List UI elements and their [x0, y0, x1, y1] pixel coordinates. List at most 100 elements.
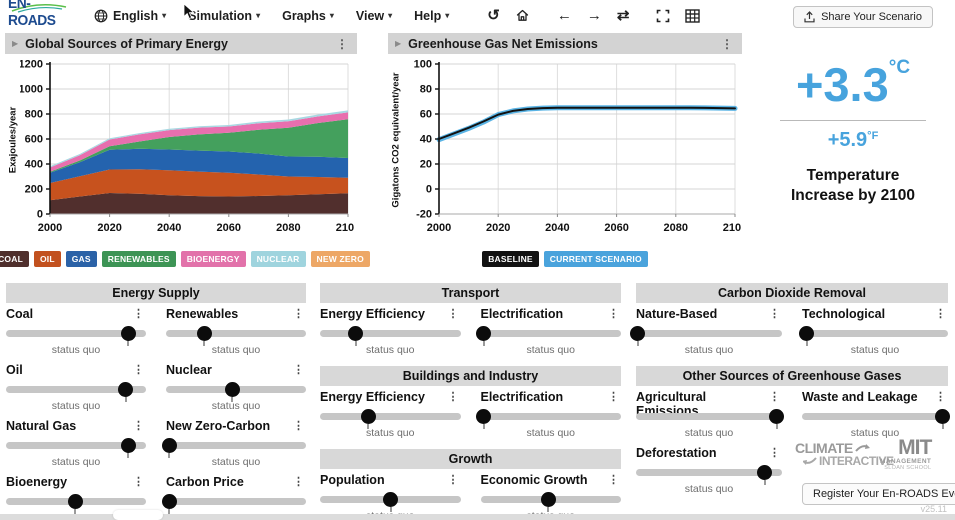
slider-knob[interactable]: [476, 409, 492, 424]
register-event-button[interactable]: Register Your En-ROADS Event: [802, 483, 955, 505]
energy-chart-body: Exajoules/year 0 200 400 600 800 1000 1200 2000…: [5, 56, 357, 246]
back-arrow-icon[interactable]: ←: [557, 8, 572, 23]
slider-knob[interactable]: [540, 492, 556, 507]
expand-caret-icon[interactable]: ▶: [12, 39, 18, 48]
slider-label: Renewables: [166, 307, 239, 321]
slider-menu-icon[interactable]: ⋮: [131, 475, 146, 488]
slider-menu-icon[interactable]: ⋮: [446, 473, 461, 486]
slider-menu-icon[interactable]: ⋮: [446, 307, 461, 320]
energy-chart-header[interactable]: ▶ Global Sources of Primary Energy ⋮: [5, 33, 357, 54]
slider-menu-icon[interactable]: ⋮: [933, 390, 948, 403]
slider-track[interactable]: [6, 438, 146, 458]
temperature-caption: Temperature Increase by 2100: [790, 167, 916, 205]
slider-menu-icon[interactable]: ⋮: [767, 390, 782, 403]
slider-menu-icon[interactable]: ⋮: [767, 307, 782, 320]
slider-knob[interactable]: [118, 382, 133, 397]
slider-track[interactable]: [636, 465, 782, 485]
slider-track[interactable]: [320, 409, 461, 429]
legend-chip-nuclear[interactable]: NUCLEAR: [250, 251, 306, 267]
slider-knob[interactable]: [360, 409, 376, 424]
menu-graphs[interactable]: Graphs ▾: [282, 9, 334, 23]
slider-track[interactable]: [6, 326, 146, 346]
slider-track[interactable]: [161, 438, 306, 458]
slider-knob[interactable]: [67, 494, 83, 509]
table-view-icon[interactable]: [685, 8, 701, 23]
slider-status: status quo: [366, 427, 415, 439]
slider-track[interactable]: [320, 326, 461, 346]
fullscreen-icon[interactable]: [656, 9, 670, 23]
menu-english[interactable]: English ▾: [113, 9, 166, 23]
compare-icon[interactable]: ⇄: [617, 8, 630, 23]
en-roads-logo[interactable]: EN-ROADS: [8, 0, 74, 29]
slider-menu-icon[interactable]: ⋮: [291, 363, 306, 376]
legend-chip-gas[interactable]: GAS: [65, 251, 97, 267]
menu-help[interactable]: Help ▾: [414, 9, 449, 23]
slider-status: status quo: [526, 427, 575, 439]
slider-menu-icon[interactable]: ⋮: [606, 307, 621, 320]
climate-interactive-logo[interactable]: CLIMATE INTERACTIVE: [795, 440, 894, 468]
slider-knob[interactable]: [196, 326, 212, 341]
slider-menu-icon[interactable]: ⋮: [767, 446, 782, 459]
slider-menu-icon[interactable]: ⋮: [606, 390, 621, 403]
ghg-chart-menu-icon[interactable]: ⋮: [719, 37, 735, 51]
slider-menu-icon[interactable]: ⋮: [606, 473, 621, 486]
slider-track[interactable]: [6, 494, 146, 514]
slider-track[interactable]: [161, 494, 306, 514]
legend-chip-new-zero[interactable]: NEW ZERO: [310, 251, 370, 267]
slider-track[interactable]: [320, 492, 461, 512]
energy-chart-menu-icon[interactable]: ⋮: [334, 37, 350, 51]
slider-status: status quo: [684, 427, 734, 439]
slider-knob[interactable]: [348, 326, 364, 341]
ghg-chart-header[interactable]: ▶ Greenhouse Gas Net Emissions ⋮: [388, 33, 742, 54]
slider-track[interactable]: [476, 326, 621, 346]
slider-menu-icon[interactable]: ⋮: [291, 475, 306, 488]
slider-track[interactable]: [802, 409, 951, 429]
slider-knob-stem: [124, 397, 127, 402]
slider-track[interactable]: [480, 492, 621, 512]
slider-menu-icon[interactable]: ⋮: [446, 390, 461, 403]
menu-simulation[interactable]: Simulation ▾: [188, 9, 260, 23]
slider-knob[interactable]: [383, 492, 399, 507]
svg-text:0: 0: [426, 184, 432, 196]
slider-knob[interactable]: [769, 409, 785, 424]
slider-knob[interactable]: [161, 438, 177, 453]
slider-track[interactable]: [6, 382, 146, 402]
legend-chip-oil[interactable]: OIL: [33, 251, 61, 267]
slider-menu-icon[interactable]: ⋮: [933, 307, 948, 320]
slider-menu-icon[interactable]: ⋮: [131, 307, 146, 320]
menu-view[interactable]: View ▾: [356, 9, 392, 23]
undo-icon[interactable]: ↺: [487, 8, 500, 23]
legend-chip-bioenergy[interactable]: BIOENERGY: [180, 251, 246, 267]
slider-menu-icon[interactable]: ⋮: [291, 419, 306, 432]
slider-track[interactable]: [476, 409, 621, 429]
share-scenario-button[interactable]: Share Your Scenario: [793, 6, 933, 28]
slider-knob[interactable]: [630, 326, 646, 341]
menu-label: Simulation: [188, 8, 253, 23]
home-icon[interactable]: [515, 8, 530, 23]
slider-knob[interactable]: [224, 382, 240, 397]
legend-chip-coal[interactable]: COAL: [0, 251, 29, 267]
legend-chip-baseline[interactable]: BASELINE: [482, 251, 539, 267]
slider-track[interactable]: [166, 382, 306, 402]
legend-chip-renewables[interactable]: RENEWABLES: [101, 251, 176, 267]
slider-menu-icon[interactable]: ⋮: [131, 419, 146, 432]
slider-track[interactable]: [630, 326, 782, 346]
slider-knob[interactable]: [120, 326, 136, 341]
slider-knob[interactable]: [120, 438, 136, 453]
slider-knob[interactable]: [161, 494, 177, 509]
slider-track[interactable]: [166, 326, 306, 346]
slider-menu-icon[interactable]: ⋮: [291, 307, 306, 320]
slider-menu-icon[interactable]: ⋮: [131, 363, 146, 376]
slider-track[interactable]: [799, 326, 948, 346]
forward-arrow-icon[interactable]: →: [587, 8, 602, 23]
slider-knob[interactable]: [757, 465, 773, 480]
slider-knob[interactable]: [799, 326, 815, 341]
mit-sloan-logo[interactable]: MIT MANAGEMENT SLOAN SCHOOL: [880, 437, 932, 471]
slider-knob[interactable]: [935, 409, 951, 424]
slider-knob[interactable]: [476, 326, 492, 341]
section-growth: GrowthPopulation⋮status quoEconomic Grow…: [320, 449, 621, 520]
slider-track[interactable]: [636, 409, 785, 429]
expand-caret-icon[interactable]: ▶: [395, 39, 401, 48]
legend-chip-current-scenario[interactable]: CURRENT SCENARIO: [543, 251, 648, 267]
ghg-y-axis-label: Gigatons CO2 equivalent/year: [390, 72, 401, 208]
